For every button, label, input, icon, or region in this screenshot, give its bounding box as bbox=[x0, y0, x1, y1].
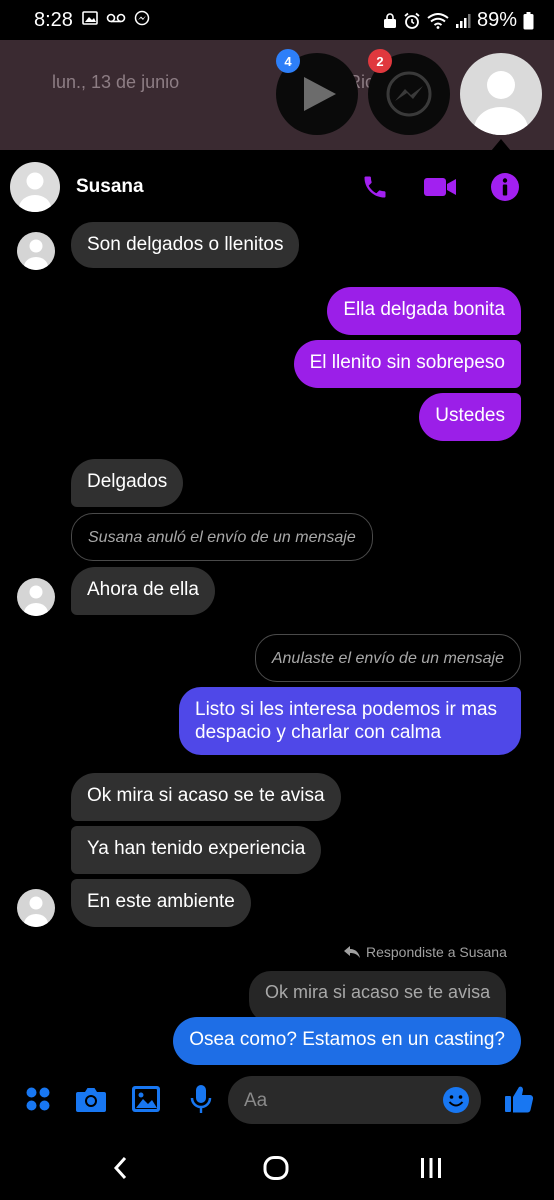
chat-head-pointer bbox=[491, 139, 511, 151]
voicemail-icon bbox=[106, 13, 126, 23]
gallery-button[interactable] bbox=[129, 1082, 163, 1116]
message-input-placeholder: Aa bbox=[244, 1090, 268, 1111]
conversation-info-button[interactable] bbox=[488, 170, 522, 204]
chat-head-messenger[interactable]: 2 bbox=[368, 49, 450, 135]
avatar-placeholder-icon bbox=[24, 896, 48, 927]
info-icon bbox=[491, 173, 519, 201]
audio-call-button[interactable] bbox=[358, 170, 392, 204]
battery-percent: 89% bbox=[476, 9, 517, 31]
image-icon bbox=[132, 1086, 160, 1112]
contact-name[interactable]: Susana bbox=[76, 176, 144, 198]
incoming-message[interactable]: Ahora de ella bbox=[71, 567, 215, 615]
voice-message-button[interactable] bbox=[184, 1082, 218, 1116]
lock-icon bbox=[383, 12, 396, 28]
status-time: 8:28 bbox=[34, 9, 73, 31]
chat-head-contact[interactable] bbox=[460, 53, 542, 135]
chevron-left-icon bbox=[113, 1156, 127, 1180]
avatar-placeholder-icon bbox=[24, 239, 48, 270]
recents-icon bbox=[421, 1158, 441, 1178]
nav-recents-button[interactable] bbox=[411, 1148, 451, 1188]
signal-icon bbox=[455, 13, 471, 28]
incoming-message[interactable]: Delgados bbox=[71, 459, 184, 507]
message-line: Listo si les interesa podemos ir mas bbox=[195, 699, 498, 720]
battery-icon bbox=[523, 11, 534, 29]
reply-context-label: Respondiste a Susana bbox=[344, 944, 507, 960]
reply-arrow-icon bbox=[344, 946, 360, 958]
more-actions-button[interactable] bbox=[21, 1082, 55, 1116]
outgoing-message[interactable]: Osea como? Estamos en un casting? bbox=[173, 1017, 521, 1065]
message-line: despacio y charlar con calma bbox=[195, 722, 442, 743]
chat-head-badge: 2 bbox=[368, 49, 392, 73]
quoted-message[interactable]: Ok mira si acaso se te avisa bbox=[249, 971, 507, 1023]
sender-avatar bbox=[17, 232, 55, 270]
outgoing-message[interactable]: Ustedes bbox=[419, 393, 521, 441]
video-call-button[interactable] bbox=[423, 170, 457, 204]
avatar-placeholder-icon bbox=[19, 172, 51, 212]
alarm-icon bbox=[404, 12, 420, 29]
thumbs-up-icon bbox=[505, 1086, 534, 1113]
incoming-message[interactable]: Ya han tenido experiencia bbox=[71, 826, 322, 874]
contact-avatar[interactable] bbox=[10, 162, 60, 212]
incoming-message[interactable]: Son delgados o llenitos bbox=[71, 222, 300, 268]
message-input[interactable]: Aa bbox=[228, 1076, 481, 1124]
camera-icon bbox=[76, 1088, 106, 1112]
avatar-placeholder-icon bbox=[474, 71, 528, 135]
sender-avatar bbox=[17, 578, 55, 616]
incoming-message[interactable]: Ok mira si acaso se te avisa bbox=[71, 773, 341, 821]
wifi-icon bbox=[427, 12, 449, 29]
four-dots-icon bbox=[26, 1087, 50, 1111]
unsent-notice: Anulaste el envío de un mensaje bbox=[254, 634, 521, 682]
gallery-notification-icon bbox=[82, 11, 98, 25]
video-camera-icon bbox=[424, 178, 456, 196]
outgoing-message[interactable]: Listo si les interesa podemos ir mas des… bbox=[179, 687, 521, 755]
outgoing-message[interactable]: Ella delgada bonita bbox=[327, 287, 521, 335]
incoming-message[interactable]: En este ambiente bbox=[71, 879, 251, 927]
outgoing-message[interactable]: El llenito sin sobrepeso bbox=[293, 340, 521, 388]
emoji-icon[interactable] bbox=[442, 1086, 470, 1114]
nav-home-button[interactable] bbox=[256, 1148, 296, 1188]
avatar-placeholder-icon bbox=[24, 585, 48, 616]
home-circle-icon bbox=[263, 1156, 289, 1180]
camera-button[interactable] bbox=[74, 1082, 108, 1116]
background-date: lun., 13 de junio bbox=[52, 72, 180, 92]
sender-avatar bbox=[17, 889, 55, 927]
microphone-icon bbox=[190, 1085, 212, 1113]
messenger-notification-icon bbox=[134, 10, 150, 26]
status-bar: 8:28 89% bbox=[0, 0, 554, 40]
unsent-notice: Susana anuló el envío de un mensaje bbox=[71, 513, 373, 561]
like-button[interactable] bbox=[502, 1082, 536, 1116]
chat-head-badge: 4 bbox=[276, 49, 300, 73]
nav-back-button[interactable] bbox=[101, 1148, 141, 1188]
reply-context-text: Respondiste a Susana bbox=[366, 944, 507, 960]
phone-icon bbox=[364, 176, 386, 198]
status-notification-icons bbox=[82, 10, 150, 26]
status-system-icons: 89% bbox=[383, 9, 534, 32]
chat-head-video[interactable]: 4 bbox=[276, 49, 358, 135]
